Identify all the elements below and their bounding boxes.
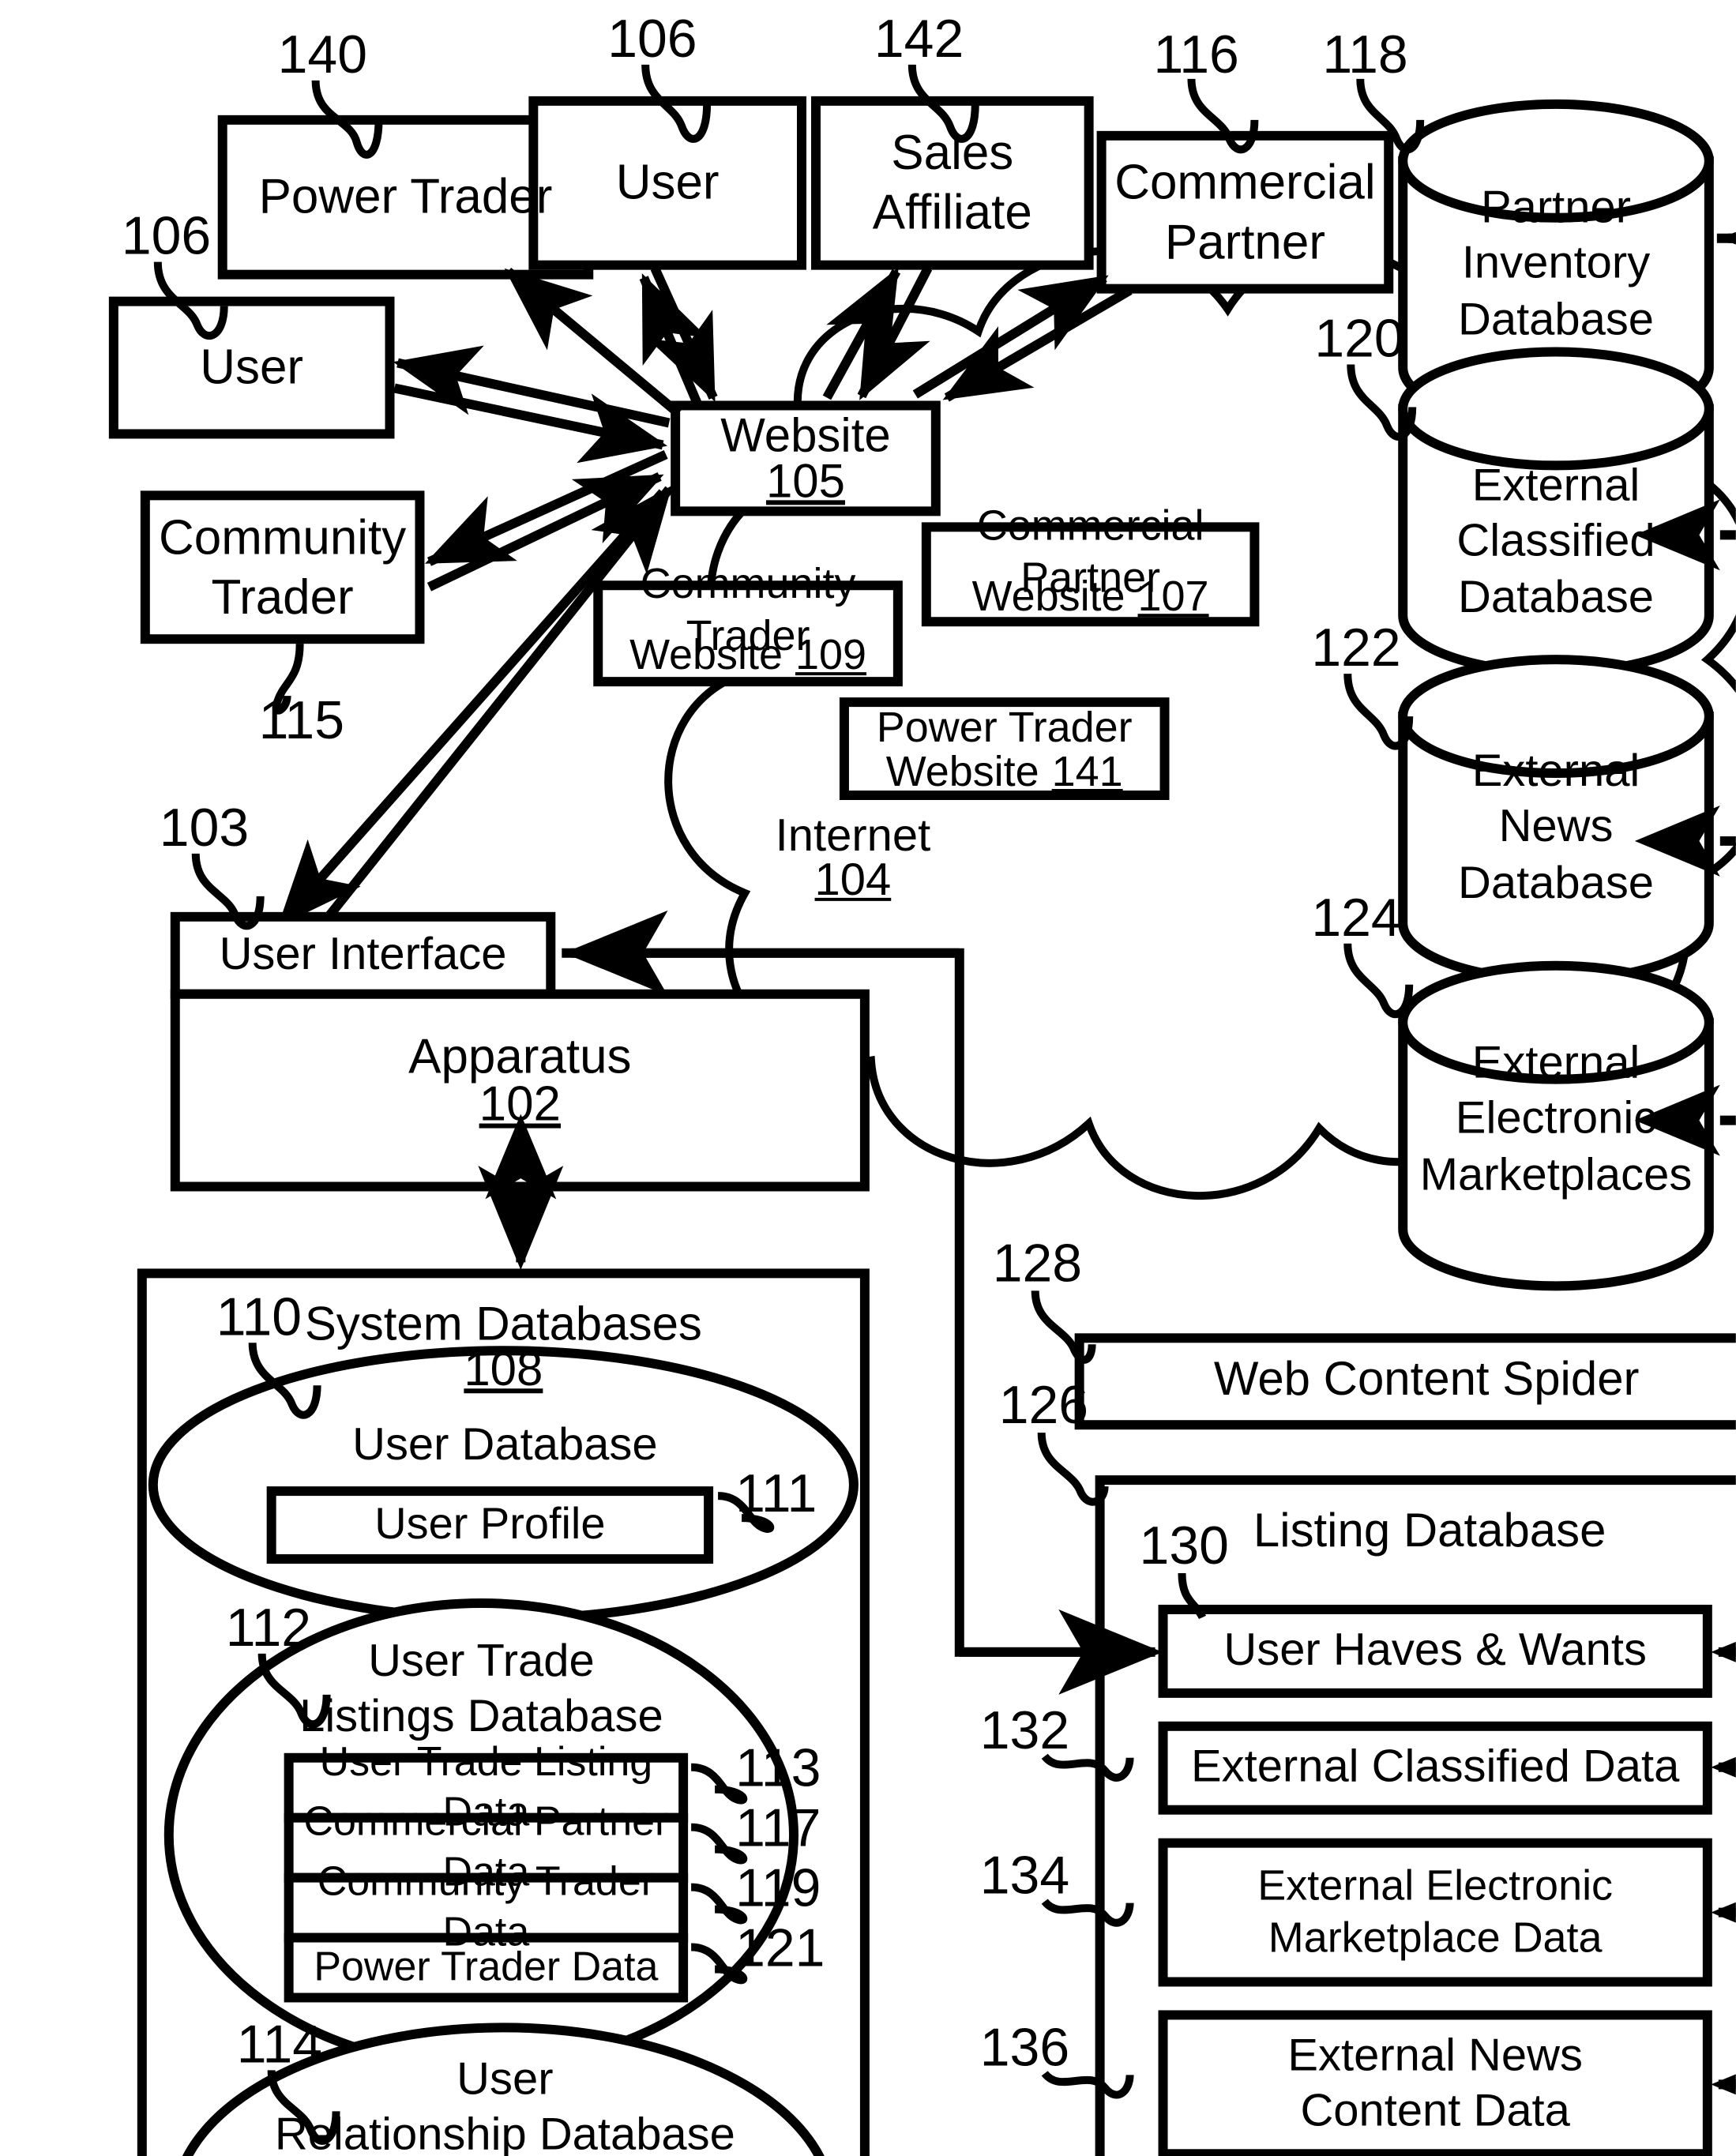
web-content-spider-box <box>1074 1333 1736 1430</box>
external-news-database-cylinder <box>1398 655 1714 985</box>
power-trader-website-subline: Website 141 <box>844 747 1165 794</box>
ref-121: 121 <box>735 1918 825 1979</box>
community-trader-website-label2: Website <box>629 630 783 678</box>
external-classified-data-box <box>1158 1721 1712 1815</box>
user-interface-box <box>170 911 556 999</box>
power-trader-data-box <box>284 1933 689 2003</box>
ref-126: 126 <box>998 1376 1089 1437</box>
community-trader-data-box <box>284 1872 689 1943</box>
ref-122: 122 <box>1311 618 1401 679</box>
user-haves-and-wants-box <box>1158 1604 1712 1698</box>
ref-130: 130 <box>1139 1516 1229 1577</box>
commercial-partner-data-box <box>284 1812 689 1883</box>
leader-126 <box>1037 1432 1109 1506</box>
user-profile-box <box>266 1486 714 1564</box>
ref-116: 116 <box>1153 24 1239 85</box>
ref-115: 115 <box>258 691 345 752</box>
ref-134: 134 <box>979 1846 1070 1906</box>
ref-114: 114 <box>236 2015 323 2075</box>
ref-132: 132 <box>979 1700 1070 1761</box>
community-trader-website-ref: 109 <box>795 630 866 678</box>
ref-106-top: 106 <box>607 9 697 69</box>
user-left-box <box>108 296 395 439</box>
community-trader-website-subline: Website 109 <box>598 630 898 678</box>
external-classified-database-cylinder <box>1398 347 1714 678</box>
ref-136: 136 <box>979 2018 1070 2079</box>
external-electronic-marketplace-data-box <box>1158 1838 1712 1987</box>
ref-140: 140 <box>277 24 368 85</box>
ref-120: 120 <box>1314 309 1404 370</box>
ref-110: 110 <box>216 1287 302 1348</box>
commercial-partner-website-ref: 107 <box>1137 572 1209 620</box>
website-box <box>671 400 941 516</box>
user-top-box <box>528 96 806 270</box>
external-electronic-marketplaces-cylinder <box>1398 960 1714 1291</box>
ref-113: 113 <box>735 1738 821 1799</box>
commercial-partner-box <box>1096 130 1394 294</box>
ref-112: 112 <box>225 1598 312 1658</box>
ref-111: 111 <box>735 1464 817 1525</box>
power-trader-website-label2: Website <box>885 747 1039 794</box>
diagram-graphics-layer <box>108 64 1736 2156</box>
ref-117: 117 <box>735 1798 821 1859</box>
patent-figure: Power Trader User Sales Affiliate Commer… <box>0 0 1736 2156</box>
ref-124: 124 <box>1311 888 1401 948</box>
power-trader-website-ref: 141 <box>1051 747 1123 794</box>
user-trade-listing-data-box <box>284 1752 689 1823</box>
ref-142: 142 <box>874 9 964 69</box>
apparatus-box <box>170 989 870 1192</box>
ref-128: 128 <box>992 1234 1083 1294</box>
ref-103: 103 <box>159 798 250 858</box>
community-trader-box <box>140 490 425 644</box>
commercial-partner-website-subline: Website 107 <box>926 572 1255 620</box>
commercial-partner-website-label2: Website <box>971 572 1125 620</box>
arrow-website-to-community-trader <box>424 449 668 566</box>
ref-106-left: 106 <box>121 206 212 267</box>
ref-119: 119 <box>735 1858 821 1919</box>
ref-118: 118 <box>1322 24 1408 85</box>
external-news-content-data-box <box>1158 2010 1712 2156</box>
